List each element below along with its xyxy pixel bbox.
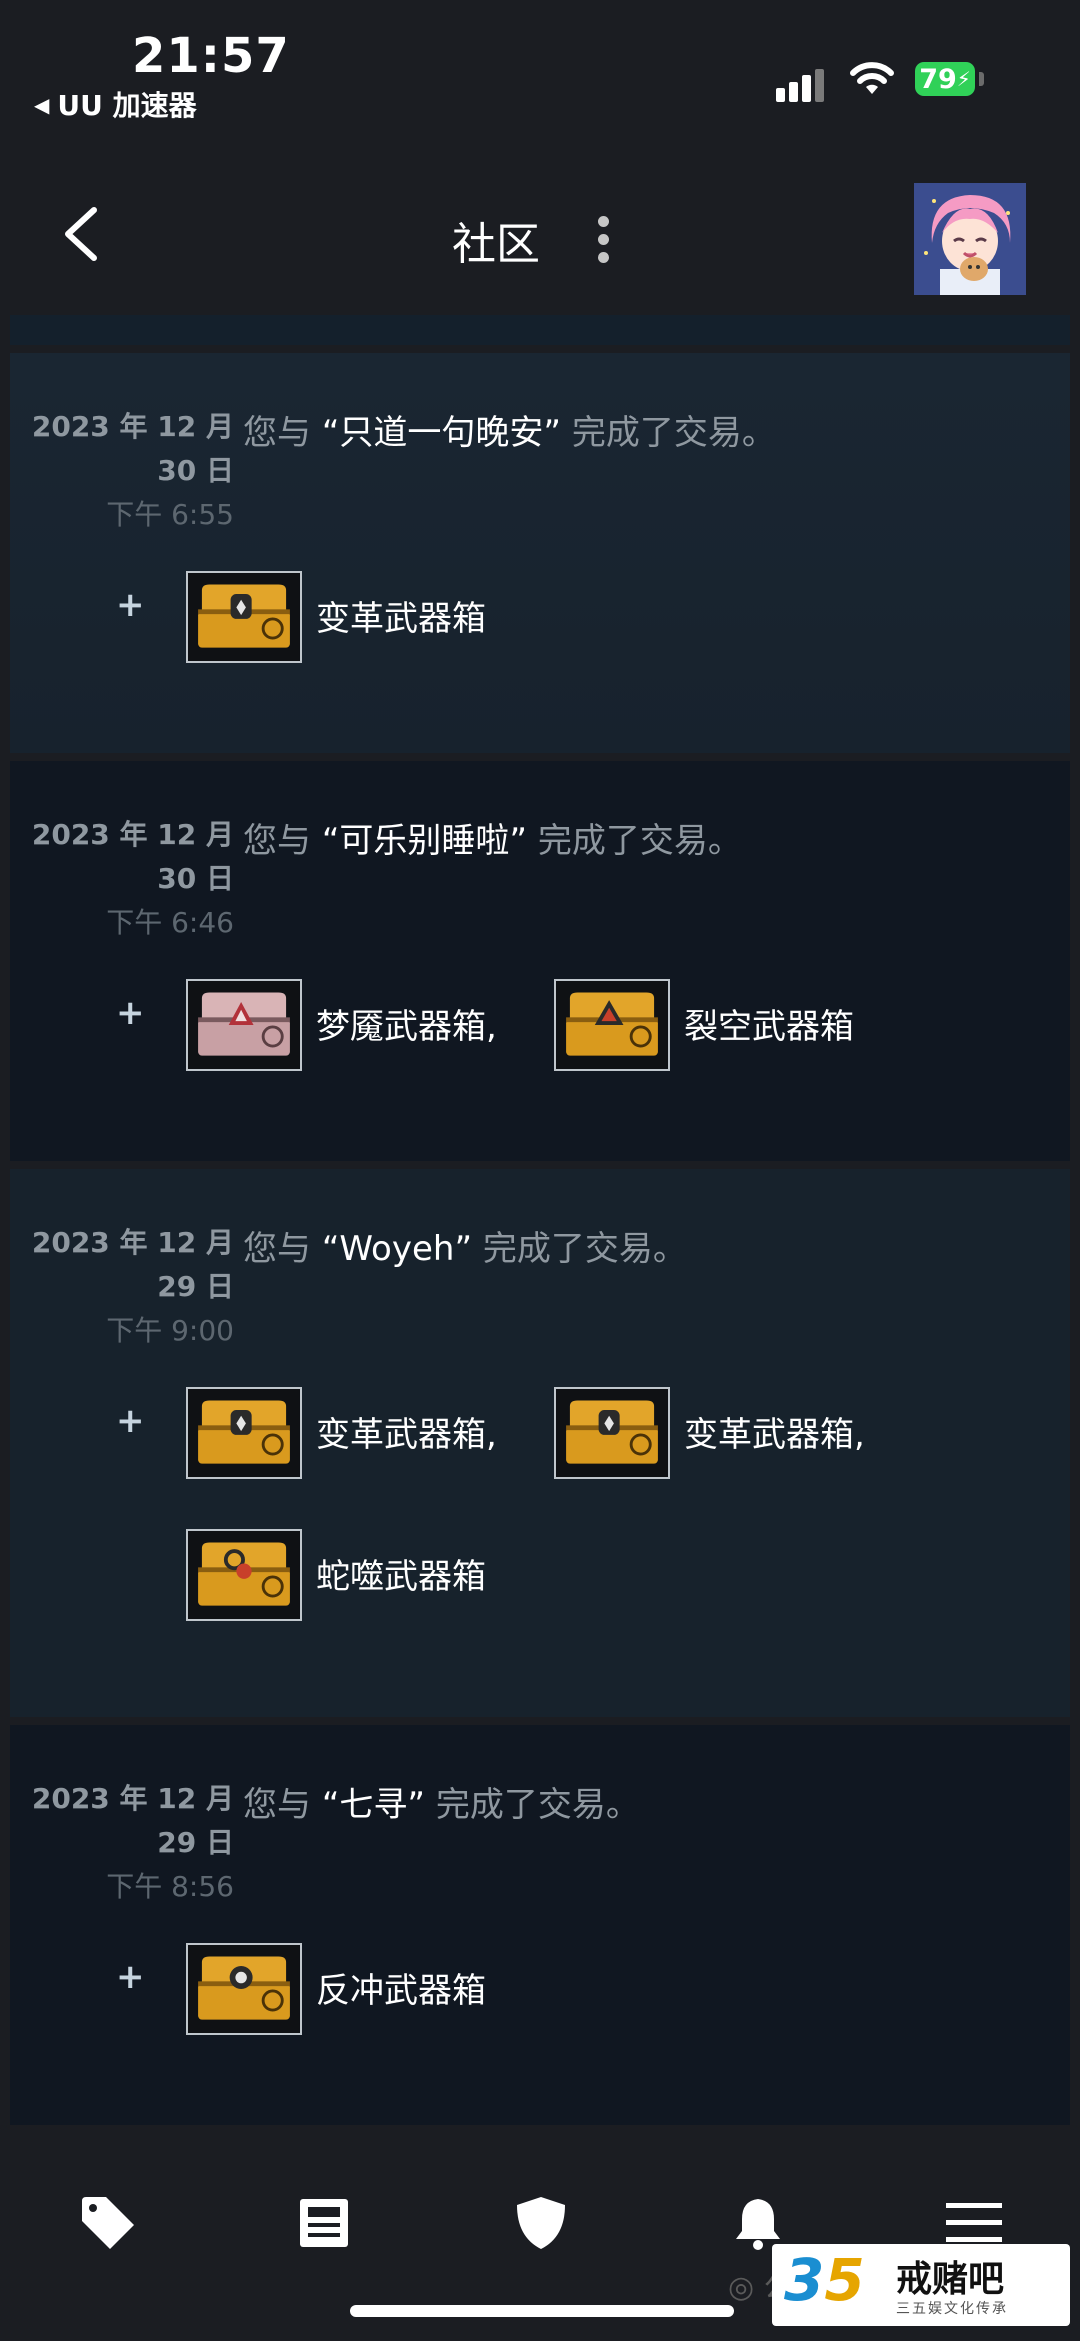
back-app-label: UU 加速器 (57, 89, 197, 122)
trade-partner-link[interactable]: “可乐别睡啦” (322, 821, 527, 861)
previous-card-edge (10, 315, 1070, 345)
trade-description: 您与 “Woyeh” 完成了交易。 (243, 1221, 687, 1270)
cellular-signal-icon (776, 62, 832, 102)
trade-date-day: 29 日 (157, 1826, 234, 1859)
trade-time: 下午 9:00 (106, 1314, 234, 1347)
trade-date-month: 2023 年 12 月 (31, 410, 234, 443)
desc-suffix: 完成了交易。 (527, 821, 742, 861)
status-bar: 21:57 ◀ UU 加速器 79⚡ (0, 0, 1080, 150)
avatar[interactable] (914, 183, 1026, 295)
weapon-case-icon (186, 979, 302, 1071)
nav-bar: 社区 (0, 150, 1080, 315)
site-watermark: 35 戒赌吧 三五娱文化传承 (772, 2244, 1070, 2326)
item-name: 反冲武器箱 (316, 1971, 486, 2011)
back-triangle-icon: ◀ (34, 93, 50, 117)
item-name: 梦魇武器箱, (316, 1007, 497, 1047)
trade-history-feed[interactable]: 2023 年 12 月 30 日 下午 6:55 您与 “只道一句晚安” 完成了… (0, 315, 1080, 2135)
shield-icon[interactable] (511, 2195, 571, 2251)
trade-date-month: 2023 年 12 月 (31, 1226, 234, 1259)
charging-bolt-icon: ⚡ (956, 67, 971, 91)
menu-icon[interactable] (944, 2195, 1004, 2251)
trade-time: 下午 6:55 (106, 498, 234, 531)
trade-description: 您与 “可乐别睡啦” 完成了交易。 (243, 813, 742, 862)
desc-suffix: 完成了交易。 (561, 413, 776, 453)
watermark-subtitle: 三五娱文化传承 (896, 2301, 1008, 2317)
trade-date: 2023 年 12 月 29 日 下午 9:00 (32, 1221, 234, 1353)
desc-suffix: 完成了交易。 (472, 1229, 687, 1269)
weapon-case-icon (554, 1387, 670, 1479)
trade-date-month: 2023 年 12 月 (31, 1782, 234, 1815)
home-indicator[interactable] (350, 2305, 734, 2317)
trade-card: 2023 年 12 月 30 日 下午 6:55 您与 “只道一句晚安” 完成了… (10, 353, 1070, 753)
wm-digit-5: 5 (824, 2246, 865, 2314)
desc-prefix: 您与 (243, 1229, 322, 1269)
weapon-case-icon (186, 1943, 302, 2035)
item-name: 变革武器箱, (684, 1415, 865, 1455)
bell-icon[interactable] (728, 2195, 788, 2251)
more-options-icon[interactable] (596, 216, 610, 264)
weapon-case-icon (186, 571, 302, 663)
trade-description: 您与 “七寻” 完成了交易。 (243, 1777, 640, 1826)
weapon-case-icon (554, 979, 670, 1071)
desc-prefix: 您与 (243, 821, 322, 861)
added-items-plus: + (116, 1957, 145, 1997)
added-items-plus: + (116, 585, 145, 625)
item-name: 蛇噬武器箱 (316, 1557, 486, 1597)
desc-suffix: 完成了交易。 (425, 1785, 640, 1825)
battery-indicator: 79⚡ (915, 62, 975, 96)
watermark-title: 戒赌吧 (896, 2259, 1005, 2300)
desc-prefix: 您与 (243, 1785, 322, 1825)
trade-partner-link[interactable]: “七寻” (322, 1785, 425, 1825)
trade-card: 2023 年 12 月 30 日 下午 6:46 您与 “可乐别睡啦” 完成了交… (10, 761, 1070, 1161)
trade-date: 2023 年 12 月 30 日 下午 6:55 (32, 405, 234, 537)
trade-partner-link[interactable]: “Woyeh” (322, 1229, 472, 1269)
added-items-plus: + (116, 1401, 145, 1441)
news-icon[interactable] (294, 2195, 354, 2251)
trade-date-day: 29 日 (157, 1270, 234, 1303)
weapon-case-icon (186, 1529, 302, 1621)
trade-partner-link[interactable]: “只道一句晚安” (322, 413, 561, 453)
page-title: 社区 (452, 219, 540, 270)
status-time: 21:57 (132, 28, 290, 84)
desc-prefix: 您与 (243, 413, 322, 453)
added-items-plus: + (116, 993, 145, 1033)
trade-time: 下午 6:46 (106, 906, 234, 939)
wechat-logo-icon: ◎ (728, 2270, 755, 2305)
trade-date: 2023 年 12 月 29 日 下午 8:56 (32, 1777, 234, 1909)
trade-date-day: 30 日 (157, 454, 234, 487)
trade-date: 2023 年 12 月 30 日 下午 6:46 (32, 813, 234, 945)
tag-icon[interactable] (78, 2195, 138, 2251)
trade-date-month: 2023 年 12 月 (31, 818, 234, 851)
battery-level: 79 (919, 64, 957, 95)
watermark-logo: 35 (784, 2246, 865, 2314)
trade-description: 您与 “只道一句晚安” 完成了交易。 (243, 405, 776, 454)
battery-tip (979, 72, 984, 86)
wm-digit-3: 3 (784, 2246, 825, 2314)
trade-card: 2023 年 12 月 29 日 下午 8:56 您与 “七寻” 完成了交易。 … (10, 1725, 1070, 2125)
back-chevron-icon[interactable] (58, 206, 106, 262)
weapon-case-icon (186, 1387, 302, 1479)
back-to-app-link[interactable]: ◀ UU 加速器 (34, 84, 197, 124)
item-name: 变革武器箱 (316, 599, 486, 639)
item-name: 变革武器箱, (316, 1415, 497, 1455)
wifi-icon (850, 62, 894, 94)
trade-time: 下午 8:56 (106, 1870, 234, 1903)
trade-card: 2023 年 12 月 29 日 下午 9:00 您与 “Woyeh” 完成了交… (10, 1169, 1070, 1717)
item-name: 裂空武器箱 (684, 1007, 854, 1047)
trade-date-day: 30 日 (157, 862, 234, 895)
